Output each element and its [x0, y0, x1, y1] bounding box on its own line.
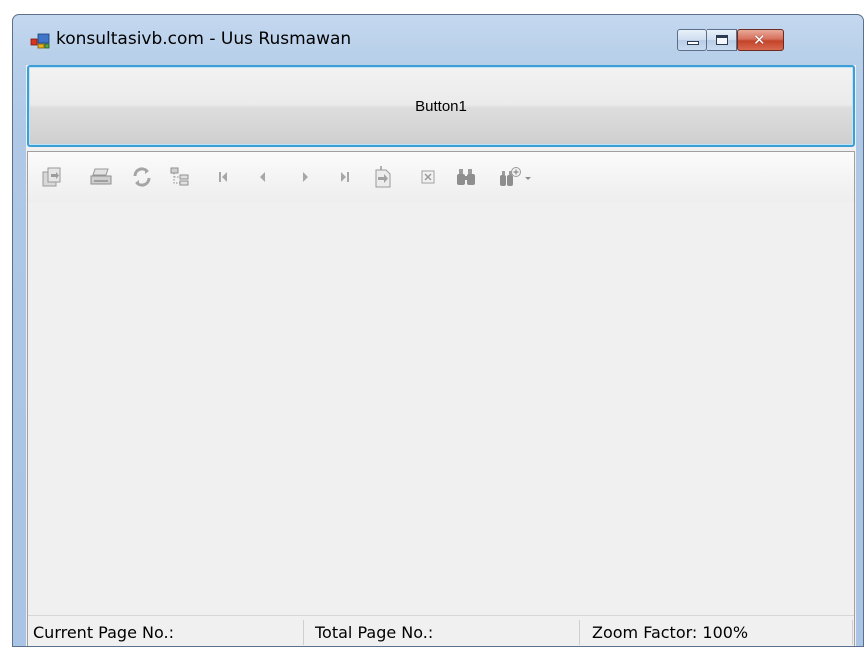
app-window-icon[interactable]: [30, 33, 50, 49]
previous-page-icon[interactable]: [251, 165, 275, 189]
next-page-icon[interactable]: [293, 165, 317, 189]
zoom-factor-label: Zoom Factor: 100%: [583, 620, 853, 645]
minimize-button[interactable]: [677, 29, 707, 51]
minimize-icon: [687, 41, 699, 45]
close-button[interactable]: ✕: [737, 29, 784, 51]
print-icon[interactable]: [89, 165, 113, 189]
close-current-view-icon[interactable]: [416, 165, 440, 189]
find-text-icon[interactable]: [454, 165, 478, 189]
total-page-label: Total Page No.:: [306, 620, 580, 645]
button1[interactable]: Button1: [27, 65, 855, 147]
maximize-icon: [716, 35, 728, 45]
close-icon: ✕: [753, 31, 766, 49]
last-page-icon[interactable]: [333, 165, 357, 189]
report-viewer-toolbar: [28, 152, 854, 202]
window-title: konsultasivb.com - Uus Rusmawan: [56, 29, 352, 49]
current-page-label: Current Page No.:: [30, 620, 304, 645]
refresh-icon[interactable]: [130, 165, 154, 189]
go-to-page-icon[interactable]: [371, 165, 395, 189]
zoom-icon[interactable]: [496, 165, 536, 189]
report-viewer-statusbar: Current Page No.: Total Page No.: Zoom F…: [28, 615, 854, 646]
form-client-area: Button1 Current Page No.: Total Page No.…: [26, 65, 856, 646]
crystal-report-viewer: Current Page No.: Total Page No.: Zoom F…: [27, 151, 855, 646]
app-window: konsultasivb.com - Uus Rusmawan ✕ Button…: [12, 14, 864, 647]
export-report-icon[interactable]: [40, 165, 64, 189]
maximize-button[interactable]: [707, 29, 737, 51]
title-bar[interactable]: konsultasivb.com - Uus Rusmawan ✕: [13, 15, 863, 61]
toggle-group-tree-icon[interactable]: [168, 165, 192, 189]
first-page-icon[interactable]: [211, 165, 235, 189]
